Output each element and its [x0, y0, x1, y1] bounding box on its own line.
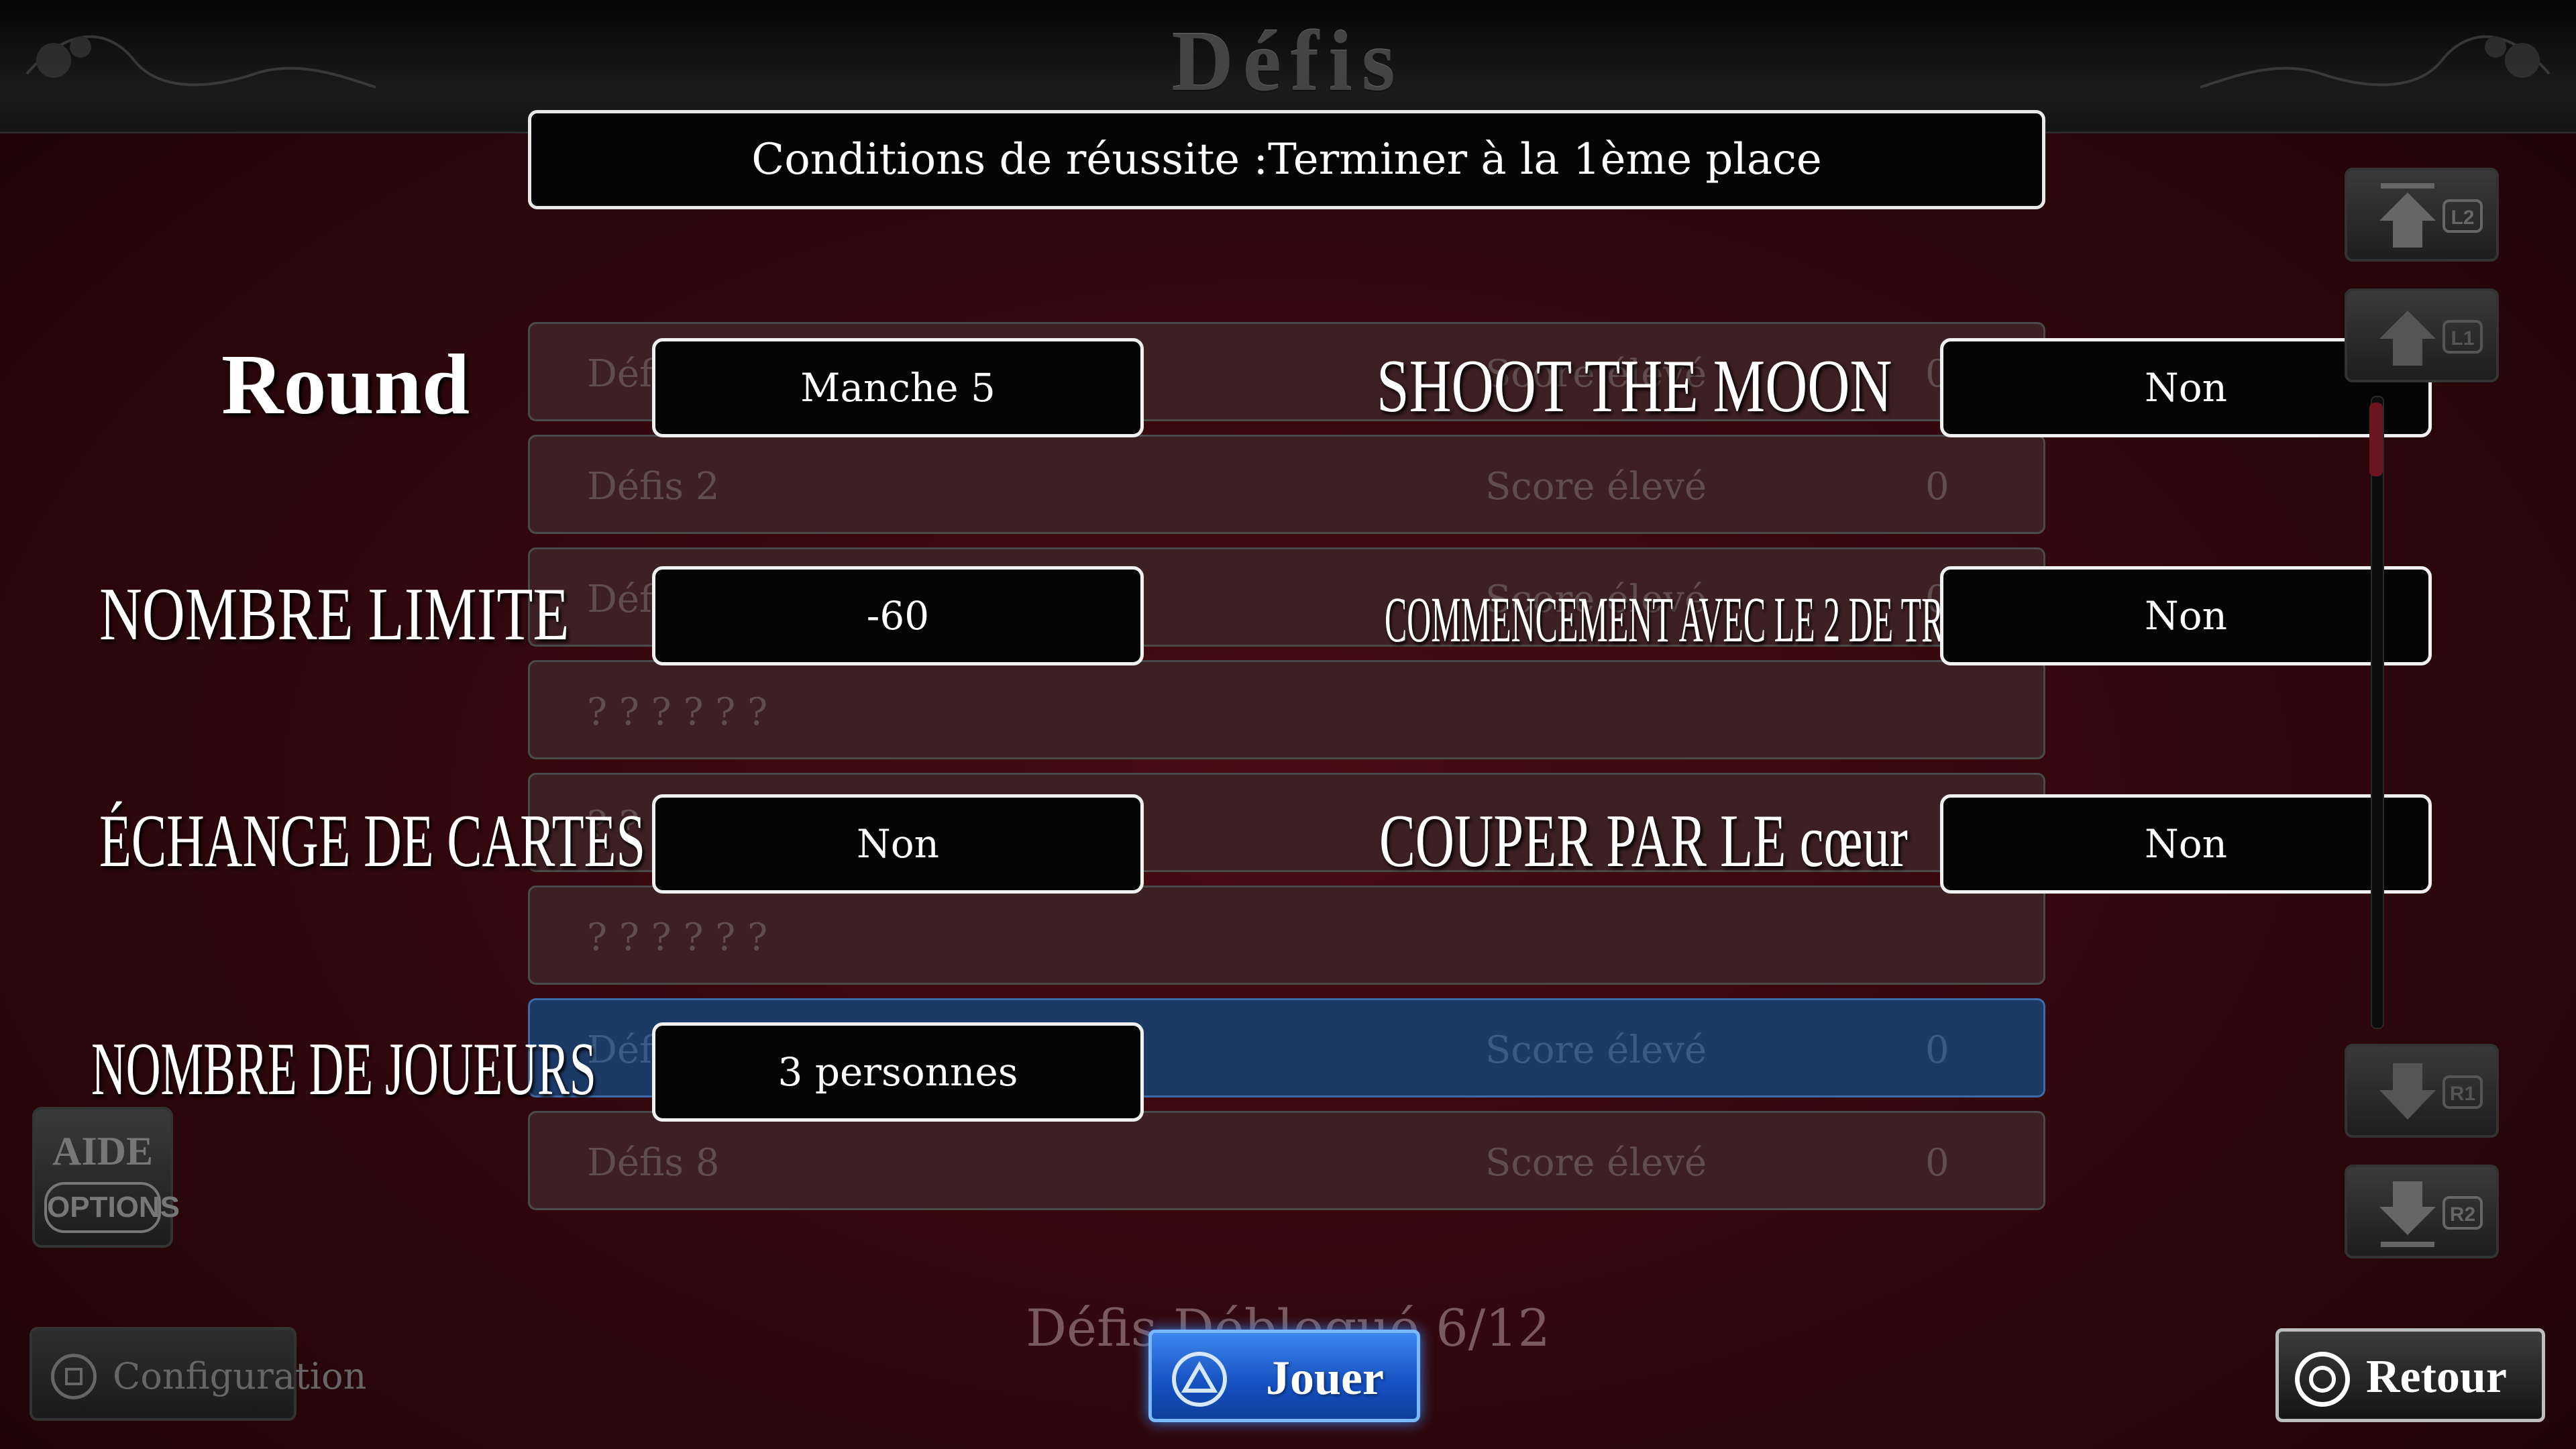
shoot-the-moon-label: SHOOT THE MOON [1377, 345, 1892, 428]
card-exchange-label: ÉCHANGE DE CARTES [99, 800, 646, 883]
challenge-name: ? ? ? ? ? ? [587, 690, 768, 734]
arrow-bottom-icon: R2 [2379, 1181, 2483, 1247]
svg-text:L1: L1 [2451, 327, 2474, 350]
challenge-row[interactable]: ? ? ? ? ? ? [528, 660, 2045, 759]
scroll-bottom-button[interactable]: R2 [2345, 1165, 2499, 1258]
challenge-row[interactable]: Défis 2 Score élevé 0 [528, 435, 2045, 534]
limit-value[interactable]: -60 [652, 566, 1144, 665]
svg-text:R1: R1 [2450, 1083, 2475, 1105]
play-button[interactable]: Jouer [1148, 1330, 1420, 1422]
play-label: Jouer [1266, 1351, 1384, 1405]
svg-text:L2: L2 [2451, 207, 2474, 229]
circle-button-icon [2295, 1352, 2350, 1407]
help-options-button[interactable]: AIDE OPTIONS [32, 1107, 180, 1248]
success-conditions: Conditions de réussite :Terminer à la 1è… [528, 110, 2045, 209]
two-of-clubs-value[interactable]: Non [1940, 566, 2432, 665]
back-button[interactable]: Retour [2275, 1328, 2545, 1422]
challenge-type: Score élevé [1485, 1141, 1707, 1185]
challenge-name: Défis 2 [587, 465, 720, 508]
ornament-right [2200, 35, 2551, 89]
challenge-score: 0 [1925, 1028, 1949, 1072]
hearts-break-value[interactable]: Non [1940, 794, 2432, 894]
arrow-top-icon: L2 [2379, 183, 2483, 248]
challenge-name: ? ? ? ? ? ? [587, 916, 768, 959]
scrollbar-track[interactable] [2371, 396, 2384, 1029]
scroll-top-button[interactable]: L2 [2345, 168, 2499, 262]
players-value[interactable]: 3 personnes [652, 1022, 1144, 1122]
configuration-label: Configuration [113, 1355, 367, 1397]
svg-text:R2: R2 [2450, 1203, 2475, 1226]
challenge-row[interactable]: Défis 8 Score élevé 0 [528, 1111, 2045, 1210]
triangle-button-icon [1172, 1352, 1227, 1407]
limit-label: NOMBRE LIMITE [99, 573, 570, 656]
scrollbar-thumb[interactable] [2369, 402, 2383, 476]
scroll-down-button[interactable]: R1 [2345, 1044, 2499, 1138]
card-exchange-value[interactable]: Non [652, 794, 1144, 894]
challenge-type: Score élevé [1485, 465, 1707, 508]
round-label: Round [221, 337, 470, 432]
arrow-up-icon: L1 [2379, 311, 2483, 366]
back-label: Retour [2366, 1351, 2507, 1403]
challenge-type: Score élevé [1485, 1028, 1707, 1072]
two-of-clubs-label: COMMENCEMENT AVEC LE 2 DE TRÈFLE [1385, 584, 2024, 655]
scroll-up-button[interactable]: L1 [2345, 288, 2499, 382]
round-value[interactable]: Manche 5 [652, 338, 1144, 437]
help-title: AIDE [52, 1129, 154, 1173]
options-badge: OPTIONS [44, 1182, 180, 1233]
challenge-row[interactable]: ? ? ? ? ? ? [528, 885, 2045, 985]
arrow-down-icon: R1 [2379, 1063, 2483, 1120]
hearts-break-label: COUPER PAR LE cœur [1379, 800, 1908, 883]
challenge-score: 0 [1925, 465, 1949, 508]
challenge-name: Défis 8 [587, 1141, 720, 1185]
players-label: NOMBRE DE JOUEURS [91, 1028, 596, 1111]
challenge-score: 0 [1925, 1141, 1949, 1185]
square-button-icon [51, 1354, 97, 1399]
